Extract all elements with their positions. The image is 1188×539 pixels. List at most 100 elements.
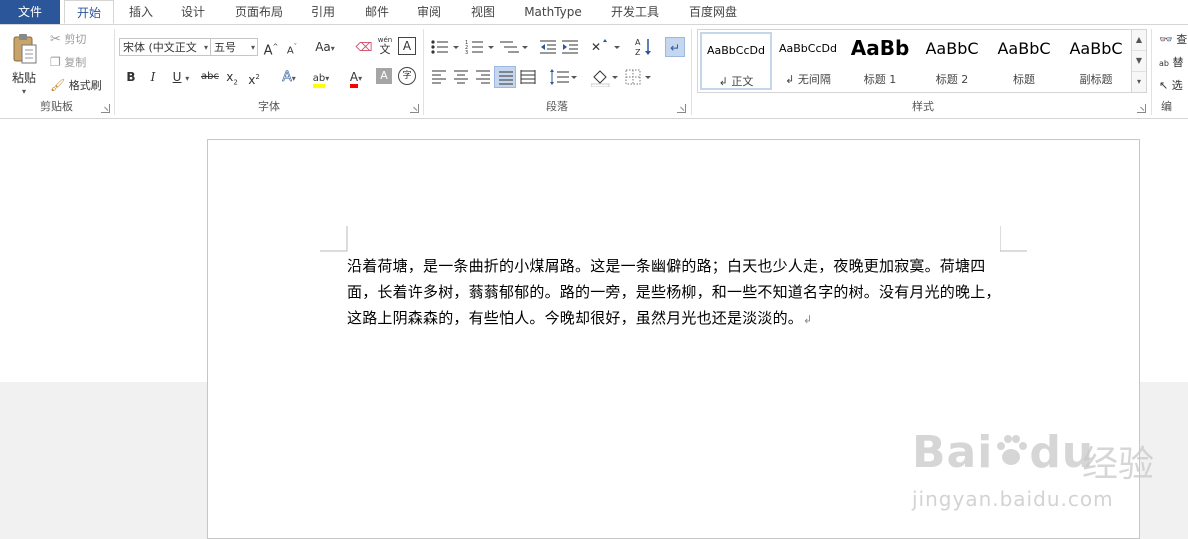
group-divider bbox=[114, 29, 115, 115]
chevron-down-icon: ▾ bbox=[22, 87, 27, 96]
select-label: 选 bbox=[1171, 79, 1183, 92]
cut-button[interactable]: ✂ 剪切 bbox=[50, 31, 86, 47]
find-label: 查 bbox=[1176, 33, 1188, 46]
font-size-combobox[interactable]: 五号 ▾ bbox=[210, 38, 258, 56]
superscript-button[interactable]: x2 bbox=[244, 67, 264, 87]
paragraph-dialog-launcher-icon[interactable] bbox=[677, 104, 686, 113]
tab-home[interactable]: 开始 bbox=[64, 0, 114, 24]
distributed-icon[interactable] bbox=[520, 70, 536, 84]
styles-group: 样式 bbox=[697, 25, 1149, 118]
justify-button[interactable] bbox=[494, 66, 516, 88]
baidu-jingyan-watermark: Bai du 经验 jingyan.baidu.com bbox=[912, 403, 1174, 521]
clipboard-group: 粘贴 ▾ ✂ 剪切 ❐ 复制 🖌 格式刷 剪贴板 bbox=[0, 25, 113, 118]
clipboard-group-label: 剪贴板 bbox=[40, 100, 73, 113]
tab-mailings[interactable]: 邮件 bbox=[354, 0, 400, 24]
format-painter-button[interactable]: 🖌 格式刷 bbox=[50, 77, 102, 93]
character-border-icon: A bbox=[402, 39, 412, 53]
tab-developer[interactable]: 开发工具 bbox=[600, 0, 670, 24]
subscript-button[interactable]: x2 bbox=[222, 67, 242, 87]
text-effects-button[interactable]: A▾ bbox=[274, 67, 304, 87]
tab-review[interactable]: 审阅 bbox=[406, 0, 452, 24]
tab-references[interactable]: 引用 bbox=[300, 0, 346, 24]
align-center-icon[interactable] bbox=[453, 70, 469, 84]
group-divider bbox=[1151, 29, 1152, 115]
margin-corner-mark bbox=[1000, 226, 1027, 252]
document-body-text[interactable]: 沿着荷塘，是一条曲折的小煤屑路。这是一条幽僻的路；白天也少人走，夜晚更加寂寞。荷… bbox=[347, 253, 1007, 333]
font-color-icon: A bbox=[349, 70, 359, 88]
underline-button[interactable]: U ▾ bbox=[166, 67, 196, 87]
find-button[interactable]: 👓 查 bbox=[1159, 31, 1187, 47]
show-hide-marks-button[interactable]: ↵ bbox=[665, 37, 685, 57]
chevron-down-icon: ▾ bbox=[250, 43, 255, 52]
paragraph-group-label: 段落 bbox=[546, 100, 568, 113]
tab-file[interactable]: 文件 bbox=[0, 0, 60, 24]
bullets-icon[interactable] bbox=[430, 39, 460, 55]
shrink-font-button[interactable]: Aˇ bbox=[282, 37, 302, 57]
chevron-down-icon: ▾ bbox=[185, 74, 190, 83]
chinese-layout-icon[interactable]: ✕ bbox=[591, 38, 621, 56]
font-color-button[interactable]: A▾ bbox=[341, 67, 371, 88]
replace-button[interactable]: ab 替 bbox=[1159, 54, 1183, 70]
watermark-url: jingyan.baidu.com bbox=[912, 487, 1114, 511]
character-shading-icon: A bbox=[380, 69, 388, 82]
font-name-combobox[interactable]: 宋体 (中文正文 ▾ bbox=[119, 38, 211, 56]
paragraph-mark: ↲ bbox=[803, 313, 813, 326]
paragraph-mark-icon: ↵ bbox=[669, 41, 681, 55]
select-button[interactable]: ↖ 选 bbox=[1159, 77, 1183, 93]
line-spacing-icon[interactable] bbox=[549, 69, 577, 85]
align-right-icon[interactable] bbox=[475, 70, 491, 84]
align-left-icon[interactable] bbox=[431, 70, 447, 84]
chevron-down-icon: ▾ bbox=[291, 74, 296, 83]
character-border-button[interactable]: A bbox=[398, 37, 416, 55]
font-dialog-launcher-icon[interactable] bbox=[410, 104, 419, 113]
clipboard-dialog-launcher-icon[interactable] bbox=[101, 104, 110, 113]
italic-button[interactable]: I bbox=[143, 67, 163, 87]
paragraph-group: 123 ✕ AZ ↵ 段落 bbox=[425, 25, 689, 118]
format-painter-label: 格式刷 bbox=[68, 79, 102, 92]
strikethrough-button[interactable]: abc bbox=[198, 67, 222, 87]
bold-button[interactable]: B bbox=[121, 67, 141, 87]
sort-icon[interactable]: AZ bbox=[635, 37, 653, 57]
group-divider bbox=[423, 29, 424, 115]
enclose-characters-button[interactable]: 字 bbox=[398, 67, 416, 85]
enclose-characters-icon: 字 bbox=[402, 71, 412, 81]
paragraph-text: 沿着荷塘，是一条曲折的小煤屑路。这是一条幽僻的路；白天也少人走，夜晚更加寂寞。荷… bbox=[347, 257, 1001, 327]
borders-icon[interactable] bbox=[625, 69, 655, 87]
chevron-down-icon: ▾ bbox=[203, 43, 208, 52]
change-case-icon: Aa bbox=[315, 40, 331, 54]
replace-label: 替 bbox=[1172, 56, 1184, 69]
multilevel-list-icon[interactable] bbox=[499, 39, 529, 55]
scissors-icon: ✂ bbox=[50, 32, 61, 47]
tab-insert[interactable]: 插入 bbox=[118, 0, 164, 24]
copy-button[interactable]: ❐ 复制 bbox=[50, 54, 86, 70]
clear-formatting-button[interactable]: ⌫ bbox=[354, 37, 374, 57]
character-shading-button[interactable]: A bbox=[376, 68, 392, 84]
phonetic-guide-button[interactable]: wén 文 bbox=[375, 35, 395, 55]
tab-mathtype[interactable]: MathType bbox=[515, 0, 591, 24]
editing-group: 👓 查 ab 替 ↖ 选 编 bbox=[1155, 25, 1188, 118]
highlight-button[interactable]: ab▾ bbox=[306, 67, 336, 88]
group-divider bbox=[691, 29, 692, 115]
tab-design[interactable]: 设计 bbox=[170, 0, 216, 24]
ribbon-tab-bar: 文件 开始 插入 设计 页面布局 引用 邮件 审阅 视图 MathType 开发… bbox=[0, 0, 1188, 25]
margin-corner-mark bbox=[320, 226, 348, 252]
highlighter-icon: ab bbox=[312, 73, 326, 88]
svg-text:Z: Z bbox=[635, 48, 641, 57]
tab-view[interactable]: 视图 bbox=[460, 0, 506, 24]
editing-group-label: 编 bbox=[1161, 100, 1172, 113]
increase-indent-icon[interactable] bbox=[561, 39, 579, 55]
tab-baidu-netdisk[interactable]: 百度网盘 bbox=[680, 0, 746, 24]
paste-button[interactable]: 粘贴 ▾ bbox=[6, 31, 44, 96]
paintbrush-icon: 🖌 bbox=[50, 78, 66, 92]
font-group-label: 字体 bbox=[258, 100, 280, 113]
font-group: 宋体 (中文正文 ▾ 五号 ▾ A^ Aˇ Aa▾ ⌫ wén 文 A B I … bbox=[116, 25, 422, 118]
shading-icon[interactable] bbox=[591, 69, 621, 87]
change-case-button[interactable]: Aa▾ bbox=[310, 37, 340, 57]
svg-text:3: 3 bbox=[465, 50, 468, 55]
tab-page-layout[interactable]: 页面布局 bbox=[226, 0, 292, 24]
styles-dialog-launcher-icon[interactable] bbox=[1137, 104, 1146, 113]
watermark-brand: Bai du bbox=[912, 427, 1095, 478]
grow-font-button[interactable]: A^ bbox=[261, 37, 281, 58]
decrease-indent-icon[interactable] bbox=[539, 39, 557, 55]
numbering-icon[interactable]: 123 bbox=[465, 39, 495, 55]
